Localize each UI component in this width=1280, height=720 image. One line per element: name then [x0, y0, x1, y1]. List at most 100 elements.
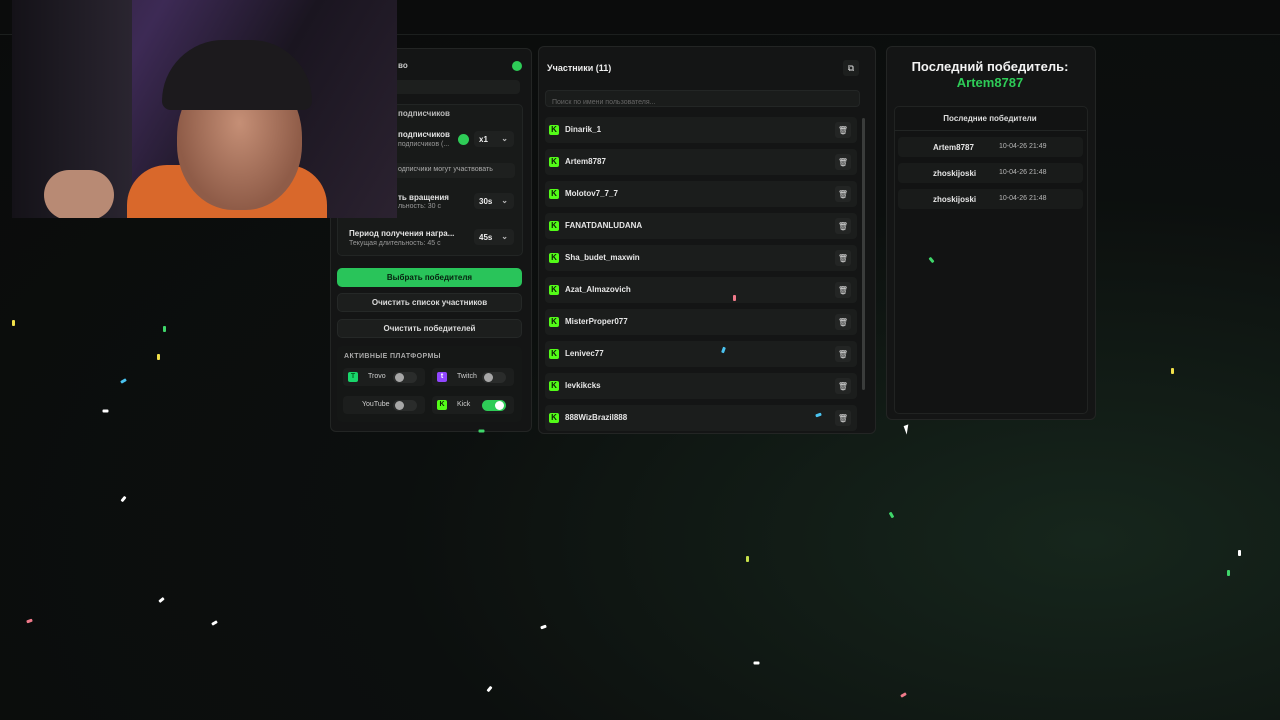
kick-icon: K [549, 189, 559, 199]
confetti-piece [102, 409, 109, 413]
confetti-piece [746, 556, 749, 562]
participant-row: K MisterProper077 🗑 [545, 309, 857, 335]
platforms-title: АКТИВНЫЕ ПЛАТФОРМЫ [344, 353, 441, 360]
winner-name: Artem8787 [933, 143, 974, 152]
copy-icon[interactable]: ⧉ [843, 60, 859, 76]
last-winner-title: Последний победитель: [911, 59, 1069, 74]
participant-row: K 888WizBrazil888 🗑 [545, 405, 857, 431]
participant-name: Sha_budet_maxwin [565, 253, 640, 262]
trash-icon[interactable]: 🗑 [835, 410, 851, 426]
recent-winners-title: Последние победители [943, 114, 1037, 123]
participant-search-input[interactable] [546, 94, 867, 111]
reward-duration-select[interactable]: 45s ⌄ [474, 229, 514, 245]
participant-name: MisterProper077 [565, 317, 628, 326]
participants-scrollbar[interactable] [862, 118, 865, 390]
trash-icon[interactable]: 🗑 [835, 122, 851, 138]
winner-row: zhoskijoski 10-04-26 21:48 [898, 189, 1083, 209]
confetti-piece [157, 354, 160, 360]
twitch-toggle[interactable] [482, 372, 506, 383]
platform-twitch[interactable]: t Twitch [432, 368, 514, 386]
webcam-hand [44, 170, 114, 218]
participant-name: Azat_Almazovich [565, 285, 631, 294]
confetti-piece [1227, 570, 1230, 576]
confetti-piece [12, 320, 15, 326]
participant-row: K Lenivec77 🗑 [545, 341, 857, 367]
kick-icon: K [437, 400, 447, 410]
subscribers-section-title: подписчиков [398, 109, 450, 118]
kick-icon: K [549, 157, 559, 167]
clear-participants-button[interactable]: Очистить список участников [337, 293, 522, 312]
trash-icon[interactable]: 🗑 [835, 250, 851, 266]
spin-sub: льность: 30 с [398, 203, 441, 210]
trash-icon[interactable]: 🗑 [835, 282, 851, 298]
reward-label: Период получения награ... [349, 229, 455, 238]
trash-icon[interactable]: 🗑 [835, 186, 851, 202]
subscribers-multiplier-value: x1 [479, 134, 488, 144]
confetti-piece [478, 429, 485, 433]
participant-row: K Azat_Almazovich 🗑 [545, 277, 857, 303]
confetti-piece [733, 295, 736, 301]
trash-icon[interactable]: 🗑 [835, 314, 851, 330]
chevron-down-icon: ⌄ [501, 196, 508, 205]
platform-label: Kick [457, 401, 471, 408]
trash-icon[interactable]: 🗑 [835, 154, 851, 170]
confetti-piece [163, 326, 166, 332]
participant-name: Artem8787 [565, 157, 606, 166]
twitch-icon: t [437, 372, 447, 382]
reward-sub: Текущая длительность: 45 с [349, 240, 441, 247]
mouse-cursor [903, 424, 912, 435]
kick-icon: K [549, 125, 559, 135]
kick-toggle[interactable] [482, 400, 506, 411]
participant-row: K Dinarik_1 🗑 [545, 117, 857, 143]
divider [894, 130, 1086, 131]
trash-icon[interactable]: 🗑 [835, 346, 851, 362]
confetti-piece [753, 661, 760, 665]
reward-value: 45s [479, 232, 493, 242]
winner-name: zhoskijoski [933, 169, 977, 178]
subscribers-multiplier-label: подписчиков [398, 130, 450, 139]
confetti-piece [1238, 550, 1241, 556]
trovo-toggle[interactable] [393, 372, 417, 383]
subscribers-info-icon[interactable] [458, 134, 469, 145]
platform-youtube[interactable]: YouTube [343, 396, 425, 414]
kick-icon: K [549, 349, 559, 359]
participant-row: K FANATDANLUDANA 🗑 [545, 213, 857, 239]
platform-trovo[interactable]: T Trovo [343, 368, 425, 386]
participant-row: K Artem8787 🗑 [545, 149, 857, 175]
pick-winner-button[interactable]: Выбрать победителя [337, 268, 522, 287]
confetti-piece [211, 620, 218, 626]
webcam-overlay [12, 0, 397, 218]
kick-icon: K [549, 253, 559, 263]
kick-icon: K [549, 285, 559, 295]
confetti-piece [120, 495, 127, 503]
spin-duration-select[interactable]: 30s ⌄ [474, 193, 514, 209]
spin-value: 30s [479, 196, 493, 206]
subscribers-note: одписчики могут участвовать [398, 166, 493, 173]
participant-name: Molotov7_7_7 [565, 189, 618, 198]
spin-label: ть вращения [398, 193, 449, 202]
confetti-piece [26, 618, 33, 624]
winner-row: Artem8787 10-04-26 21:49 [898, 137, 1083, 157]
last-winner-name: Artem8787 [956, 75, 1024, 90]
participant-row: K Molotov7_7_7 🗑 [545, 181, 857, 207]
participants-title: Участники (11) [547, 63, 612, 73]
trovo-icon: T [348, 372, 358, 382]
subscribers-multiplier-select[interactable]: x1 ⌄ [474, 131, 514, 147]
confetti-piece [900, 692, 907, 698]
clear-winners-button[interactable]: Очистить победителей [337, 319, 522, 338]
kick-icon: K [549, 221, 559, 231]
youtube-toggle[interactable] [393, 400, 417, 411]
chevron-down-icon: ⌄ [501, 232, 508, 241]
platform-label: YouTube [362, 401, 390, 408]
participant-search[interactable] [545, 90, 867, 111]
trash-icon[interactable]: 🗑 [835, 378, 851, 394]
webcam-cap [162, 40, 312, 110]
settings-header: во [398, 61, 408, 70]
info-icon[interactable] [512, 61, 522, 71]
platform-kick[interactable]: K Kick [432, 396, 514, 414]
kick-icon: K [549, 413, 559, 423]
trash-icon[interactable]: 🗑 [835, 218, 851, 234]
platform-label: Twitch [457, 373, 477, 380]
kick-icon: K [549, 381, 559, 391]
confetti-piece [486, 685, 493, 693]
